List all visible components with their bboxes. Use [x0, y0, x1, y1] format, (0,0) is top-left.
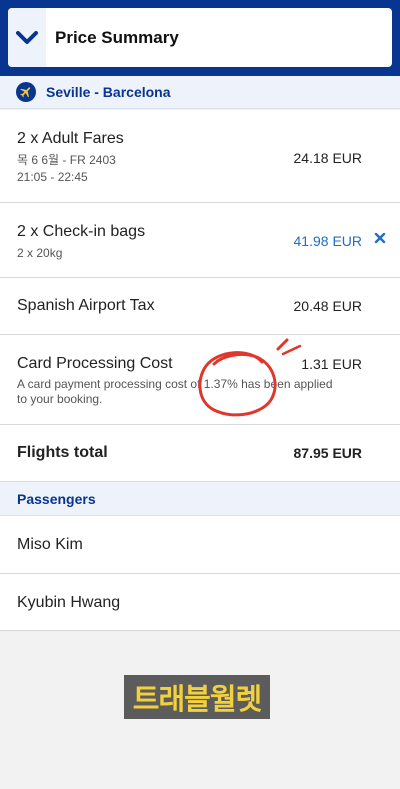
- price-summary-toggle[interactable]: Price Summary: [8, 8, 392, 67]
- tax-row: Spanish Airport Tax 20.48 EUR: [0, 278, 400, 335]
- passenger-name: Kyubin Hwang: [17, 594, 121, 611]
- passengers-header: Passengers: [0, 482, 400, 516]
- bags-amount: 41.98 EUR: [293, 233, 362, 249]
- route-header: Seville - Barcelona: [0, 76, 400, 109]
- page-title: Price Summary: [55, 27, 179, 47]
- close-icon[interactable]: [373, 231, 387, 245]
- passenger-name: Miso Kim: [17, 536, 83, 553]
- bags-row: 2 x Check-in bags 2 x 20kg 41.98 EUR: [0, 203, 400, 278]
- card-fee-amount: 1.31 EUR: [301, 356, 362, 372]
- fare-title: 2 x Adult Fares: [17, 130, 124, 147]
- total-label: Flights total: [17, 444, 108, 461]
- card-fee-note-2: to your booking.: [17, 392, 103, 406]
- card-fee-note: A card payment processing cost of 1.37% …: [17, 377, 333, 391]
- card-fee-row: Card Processing Cost 1.31 EUR A card pay…: [0, 335, 400, 425]
- tax-title: Spanish Airport Tax: [17, 297, 155, 314]
- tax-amount: 20.48 EUR: [293, 298, 362, 314]
- bags-sub: 2 x 20kg: [17, 246, 63, 260]
- route-label: Seville - Barcelona: [46, 84, 171, 100]
- plane-icon: [16, 82, 36, 102]
- fare-time: 21:05 - 22:45: [17, 170, 88, 184]
- passenger-row[interactable]: Miso Kim: [0, 516, 400, 574]
- total-amount: 87.95 EUR: [293, 445, 362, 461]
- watermark-text: 트래블월렛: [132, 682, 262, 716]
- total-row: Flights total 87.95 EUR: [0, 425, 400, 482]
- header-band: Price Summary: [0, 0, 400, 76]
- fare-row: 2 x Adult Fares 목 6 6월 - FR 2403 21:05 -…: [0, 110, 400, 203]
- chevron-down-icon[interactable]: [8, 8, 46, 67]
- watermark-logo: 트래블월렛: [124, 675, 270, 719]
- card-fee-title: Card Processing Cost: [17, 355, 173, 372]
- fare-amount: 24.18 EUR: [293, 150, 362, 166]
- passenger-row[interactable]: Kyubin Hwang: [0, 574, 400, 631]
- passengers-header-label: Passengers: [17, 491, 96, 507]
- fare-flight: 목 6 6월 - FR 2403: [17, 153, 116, 167]
- bags-title: 2 x Check-in bags: [17, 223, 146, 240]
